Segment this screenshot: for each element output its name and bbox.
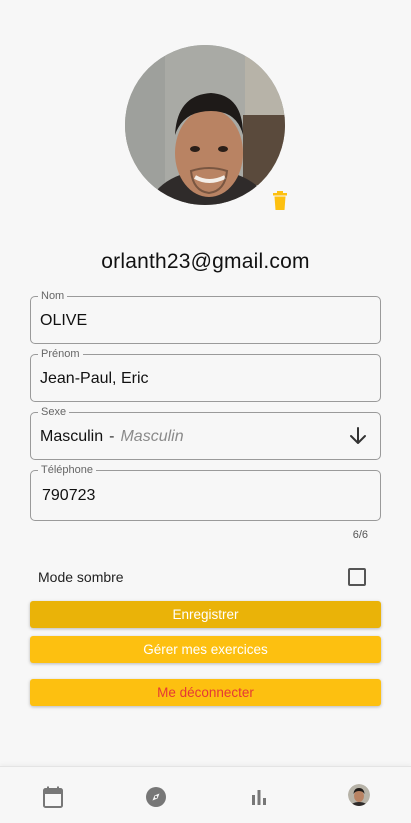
profile-photo[interactable] xyxy=(125,45,285,205)
nom-field[interactable]: Nom OLIVE xyxy=(30,289,381,344)
bar-chart-icon[interactable] xyxy=(247,785,271,809)
user-email: orlanth23@gmail.com xyxy=(101,250,310,273)
telephone-value[interactable]: 790723 xyxy=(42,487,95,505)
save-button[interactable]: Enregistrer xyxy=(30,601,381,628)
sexe-value-row[interactable]: Masculin - Masculin xyxy=(40,428,184,446)
sexe-value: Masculin xyxy=(40,428,104,445)
prenom-label: Prénom xyxy=(38,347,83,361)
add-photo-icon[interactable] xyxy=(125,45,147,65)
trash-icon[interactable] xyxy=(271,191,289,211)
dark-mode-label: Mode sombre xyxy=(38,569,124,585)
manage-exercises-button[interactable]: Gérer mes exercices xyxy=(30,636,381,663)
compass-icon[interactable] xyxy=(144,785,168,809)
profile-screen: orlanth23@gmail.com Nom OLIVE Prénom Jea… xyxy=(0,0,411,823)
prenom-value[interactable]: Jean-Paul, Eric xyxy=(40,370,149,388)
logout-button[interactable]: Me déconnecter xyxy=(30,679,381,706)
sexe-separator: - xyxy=(109,428,115,445)
sexe-hint: Masculin xyxy=(120,428,184,445)
arrow-down-icon[interactable] xyxy=(348,426,368,446)
sexe-label: Sexe xyxy=(38,405,70,419)
prenom-field[interactable]: Prénom Jean-Paul, Eric xyxy=(30,347,381,402)
calendar-icon[interactable] xyxy=(41,785,65,809)
nom-label: Nom xyxy=(38,289,68,303)
telephone-counter: 6/6 xyxy=(352,529,368,541)
avatar-section xyxy=(125,45,287,210)
telephone-label: Téléphone xyxy=(38,463,96,477)
telephone-field[interactable]: Téléphone 790723 xyxy=(30,463,381,521)
nom-value[interactable]: OLIVE xyxy=(40,312,87,330)
sexe-select[interactable]: Sexe Masculin - Masculin xyxy=(30,405,381,460)
profile-avatar[interactable] xyxy=(348,784,370,806)
dark-mode-checkbox[interactable] xyxy=(348,568,366,586)
profile-photo-illustration xyxy=(125,45,285,205)
bottom-nav xyxy=(0,766,411,823)
